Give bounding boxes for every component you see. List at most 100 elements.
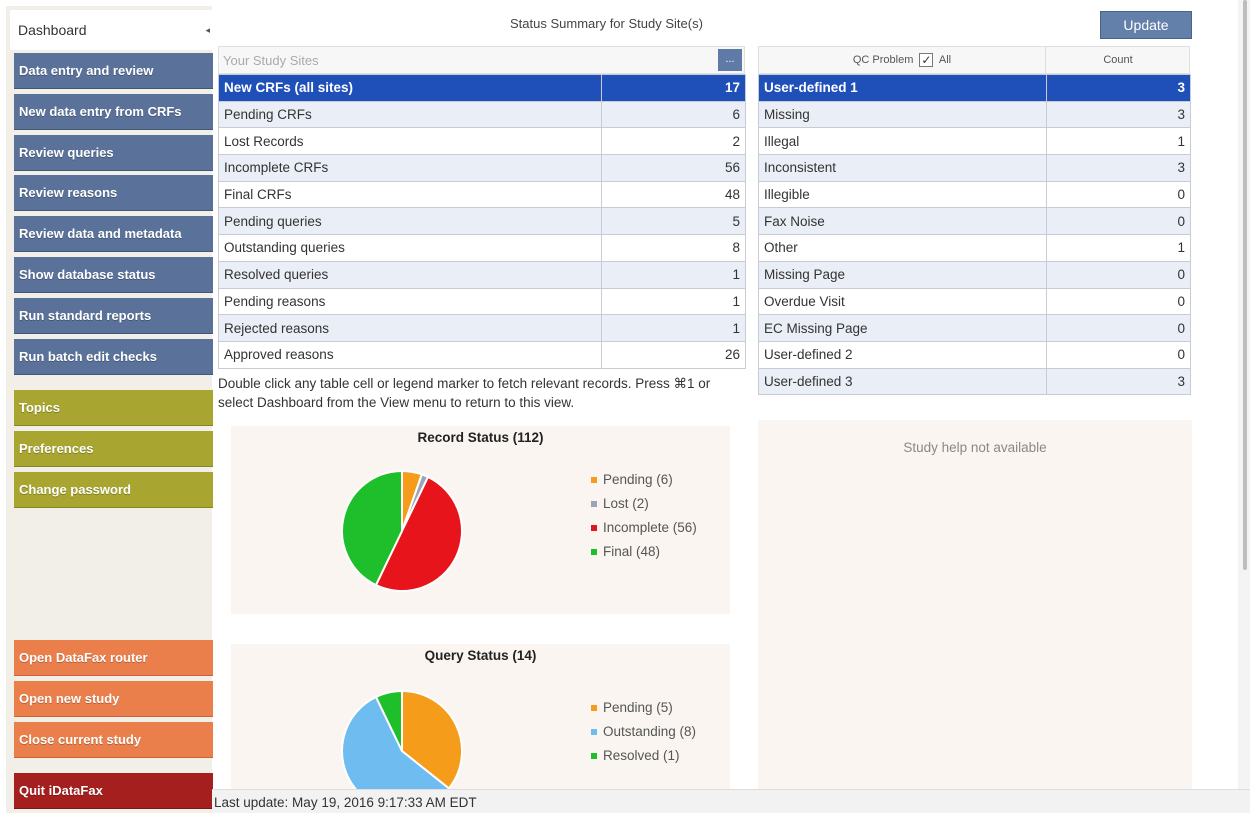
qc-problem-count-cell[interactable]: 1 bbox=[1046, 234, 1191, 262]
review-reasons-button[interactable]: Review reasons bbox=[14, 175, 213, 211]
change-password-button[interactable]: Change password bbox=[14, 472, 213, 508]
table-row[interactable]: Overdue Visit 0 bbox=[758, 287, 1191, 316]
qc-problem-count-cell[interactable]: 0 bbox=[1046, 180, 1191, 209]
table-row[interactable]: Illegal 1 bbox=[758, 127, 1191, 156]
legend-item[interactable]: Incomplete (56) bbox=[591, 516, 697, 540]
all-checkbox[interactable]: ✓ bbox=[919, 53, 934, 68]
site-status-count-cell[interactable]: 2 bbox=[601, 127, 746, 156]
qc-problem-label-cell[interactable]: Missing bbox=[758, 100, 1047, 129]
legend-marker[interactable] bbox=[591, 753, 597, 760]
qc-problem-label-cell[interactable]: Illegible bbox=[758, 180, 1047, 209]
site-status-label-cell[interactable]: Rejected reasons bbox=[218, 314, 602, 342]
qc-problem-label-cell[interactable]: Overdue Visit bbox=[758, 287, 1047, 316]
table-row[interactable]: Final CRFs 48 bbox=[218, 180, 746, 209]
table-row[interactable]: EC Missing Page 0 bbox=[758, 314, 1191, 342]
show-database-status-button[interactable]: Show database status bbox=[14, 257, 213, 293]
qc-problem-label-cell[interactable]: Other bbox=[758, 234, 1047, 262]
site-status-count-cell[interactable]: 48 bbox=[601, 180, 746, 209]
table-row[interactable]: Approved reasons 26 bbox=[218, 340, 746, 369]
run-batch-edit-checks-button[interactable]: Run batch edit checks bbox=[14, 339, 213, 375]
site-status-label-cell[interactable]: Resolved queries bbox=[218, 260, 602, 289]
legend-item[interactable]: Pending (6) bbox=[591, 468, 697, 492]
table-row[interactable]: New CRFs (all sites) 17 bbox=[218, 74, 746, 102]
table-row[interactable]: Rejected reasons 1 bbox=[218, 314, 746, 342]
qc-problem-count-cell[interactable]: 0 bbox=[1046, 287, 1191, 316]
study-sites-field[interactable]: Your Study Sites ... bbox=[218, 46, 745, 74]
preferences-button[interactable]: Preferences bbox=[14, 431, 213, 467]
site-status-label-cell[interactable]: Outstanding queries bbox=[218, 234, 602, 262]
site-status-count-cell[interactable]: 5 bbox=[601, 207, 746, 236]
table-row[interactable]: Pending reasons 1 bbox=[218, 287, 746, 316]
site-status-count-cell[interactable]: 1 bbox=[601, 260, 746, 289]
legend-marker[interactable] bbox=[591, 477, 597, 484]
query-status-pie[interactable] bbox=[339, 688, 465, 789]
legend-marker[interactable] bbox=[591, 729, 597, 736]
site-status-count-cell[interactable]: 8 bbox=[601, 234, 746, 262]
site-status-count-cell[interactable]: 26 bbox=[601, 340, 746, 369]
update-button[interactable]: Update bbox=[1100, 11, 1192, 39]
review-data-metadata-button[interactable]: Review data and metadata bbox=[14, 216, 213, 252]
qc-problem-label-cell[interactable]: Missing Page bbox=[758, 260, 1047, 289]
site-status-count-cell[interactable]: 1 bbox=[601, 287, 746, 316]
more-sites-button[interactable]: ... bbox=[718, 49, 742, 71]
legend-marker[interactable] bbox=[591, 705, 597, 712]
site-status-count-cell[interactable]: 6 bbox=[601, 100, 746, 129]
qc-problem-label-cell[interactable]: Illegal bbox=[758, 127, 1047, 156]
table-row[interactable]: Lost Records 2 bbox=[218, 127, 746, 156]
table-row[interactable]: Pending queries 5 bbox=[218, 207, 746, 236]
table-row[interactable]: Outstanding queries 8 bbox=[218, 234, 746, 262]
site-status-label-cell[interactable]: Pending queries bbox=[218, 207, 602, 236]
review-queries-button[interactable]: Review queries bbox=[14, 135, 213, 171]
site-status-label-cell[interactable]: Incomplete CRFs bbox=[218, 154, 602, 182]
qc-problem-label-cell[interactable]: User-defined 2 bbox=[758, 340, 1047, 369]
topics-button[interactable]: Topics bbox=[14, 390, 213, 426]
table-row[interactable]: Other 1 bbox=[758, 234, 1191, 262]
site-status-label-cell[interactable]: Approved reasons bbox=[218, 340, 602, 369]
qc-problem-count-cell[interactable]: 0 bbox=[1046, 207, 1191, 236]
open-new-study-button[interactable]: Open new study bbox=[14, 681, 213, 717]
site-status-label-cell[interactable]: Pending CRFs bbox=[218, 100, 602, 129]
legend-item[interactable]: Outstanding (8) bbox=[591, 720, 696, 744]
legend-item[interactable]: Lost (2) bbox=[591, 492, 697, 516]
qc-problem-count-cell[interactable]: 0 bbox=[1046, 340, 1191, 369]
table-row[interactable]: Inconsistent 3 bbox=[758, 154, 1191, 182]
scrollbar-thumb[interactable] bbox=[1243, 0, 1247, 570]
close-study-button[interactable]: Close current study bbox=[14, 722, 213, 758]
qc-problem-label-cell[interactable]: Inconsistent bbox=[758, 154, 1047, 182]
site-status-count-cell[interactable]: 17 bbox=[601, 74, 746, 102]
table-row[interactable]: User-defined 33 bbox=[758, 367, 1191, 396]
table-row[interactable]: User-defined 20 bbox=[758, 340, 1191, 369]
legend-item[interactable]: Final (48) bbox=[591, 540, 697, 564]
table-row[interactable]: Pending CRFs 6 bbox=[218, 100, 746, 129]
qc-problem-count-cell[interactable]: 0 bbox=[1046, 260, 1191, 289]
table-row[interactable]: Illegible 0 bbox=[758, 180, 1191, 209]
quit-button[interactable]: Quit iDataFax bbox=[14, 773, 213, 809]
legend-marker[interactable] bbox=[591, 549, 597, 556]
qc-problem-label-cell[interactable]: User-defined 1 bbox=[758, 74, 1047, 102]
table-row[interactable]: Fax Noise 0 bbox=[758, 207, 1191, 236]
site-status-count-cell[interactable]: 1 bbox=[601, 314, 746, 342]
site-status-label-cell[interactable]: Pending reasons bbox=[218, 287, 602, 316]
record-status-pie[interactable] bbox=[339, 468, 465, 594]
site-status-count-cell[interactable]: 56 bbox=[601, 154, 746, 182]
table-row[interactable]: Missing Page 0 bbox=[758, 260, 1191, 289]
site-status-label-cell[interactable]: Lost Records bbox=[218, 127, 602, 156]
table-row[interactable]: Missing 3 bbox=[758, 100, 1191, 129]
qc-problem-count-cell[interactable]: 3 bbox=[1046, 74, 1191, 102]
legend-marker[interactable] bbox=[591, 501, 597, 508]
qc-problem-label-cell[interactable]: EC Missing Page bbox=[758, 314, 1047, 342]
qc-problem-label-cell[interactable]: User-defined 3 bbox=[758, 367, 1047, 396]
qc-problem-count-cell[interactable]: 0 bbox=[1046, 314, 1191, 342]
legend-marker[interactable] bbox=[591, 525, 597, 532]
qc-problem-count-cell[interactable]: 3 bbox=[1046, 100, 1191, 129]
qc-problem-count-cell[interactable]: 3 bbox=[1046, 154, 1191, 182]
data-entry-review-button[interactable]: Data entry and review bbox=[14, 53, 213, 89]
table-row[interactable]: Incomplete CRFs 56 bbox=[218, 154, 746, 182]
run-standard-reports-button[interactable]: Run standard reports bbox=[14, 298, 213, 334]
open-router-button[interactable]: Open DataFax router bbox=[14, 640, 213, 676]
qc-problem-count-cell[interactable]: 3 bbox=[1046, 367, 1191, 396]
site-status-label-cell[interactable]: Final CRFs bbox=[218, 180, 602, 209]
collapse-arrow-icon[interactable]: ◂ bbox=[205, 10, 210, 50]
legend-item[interactable]: Pending (5) bbox=[591, 696, 696, 720]
dashboard-tab[interactable]: Dashboard ◂ bbox=[10, 10, 212, 50]
